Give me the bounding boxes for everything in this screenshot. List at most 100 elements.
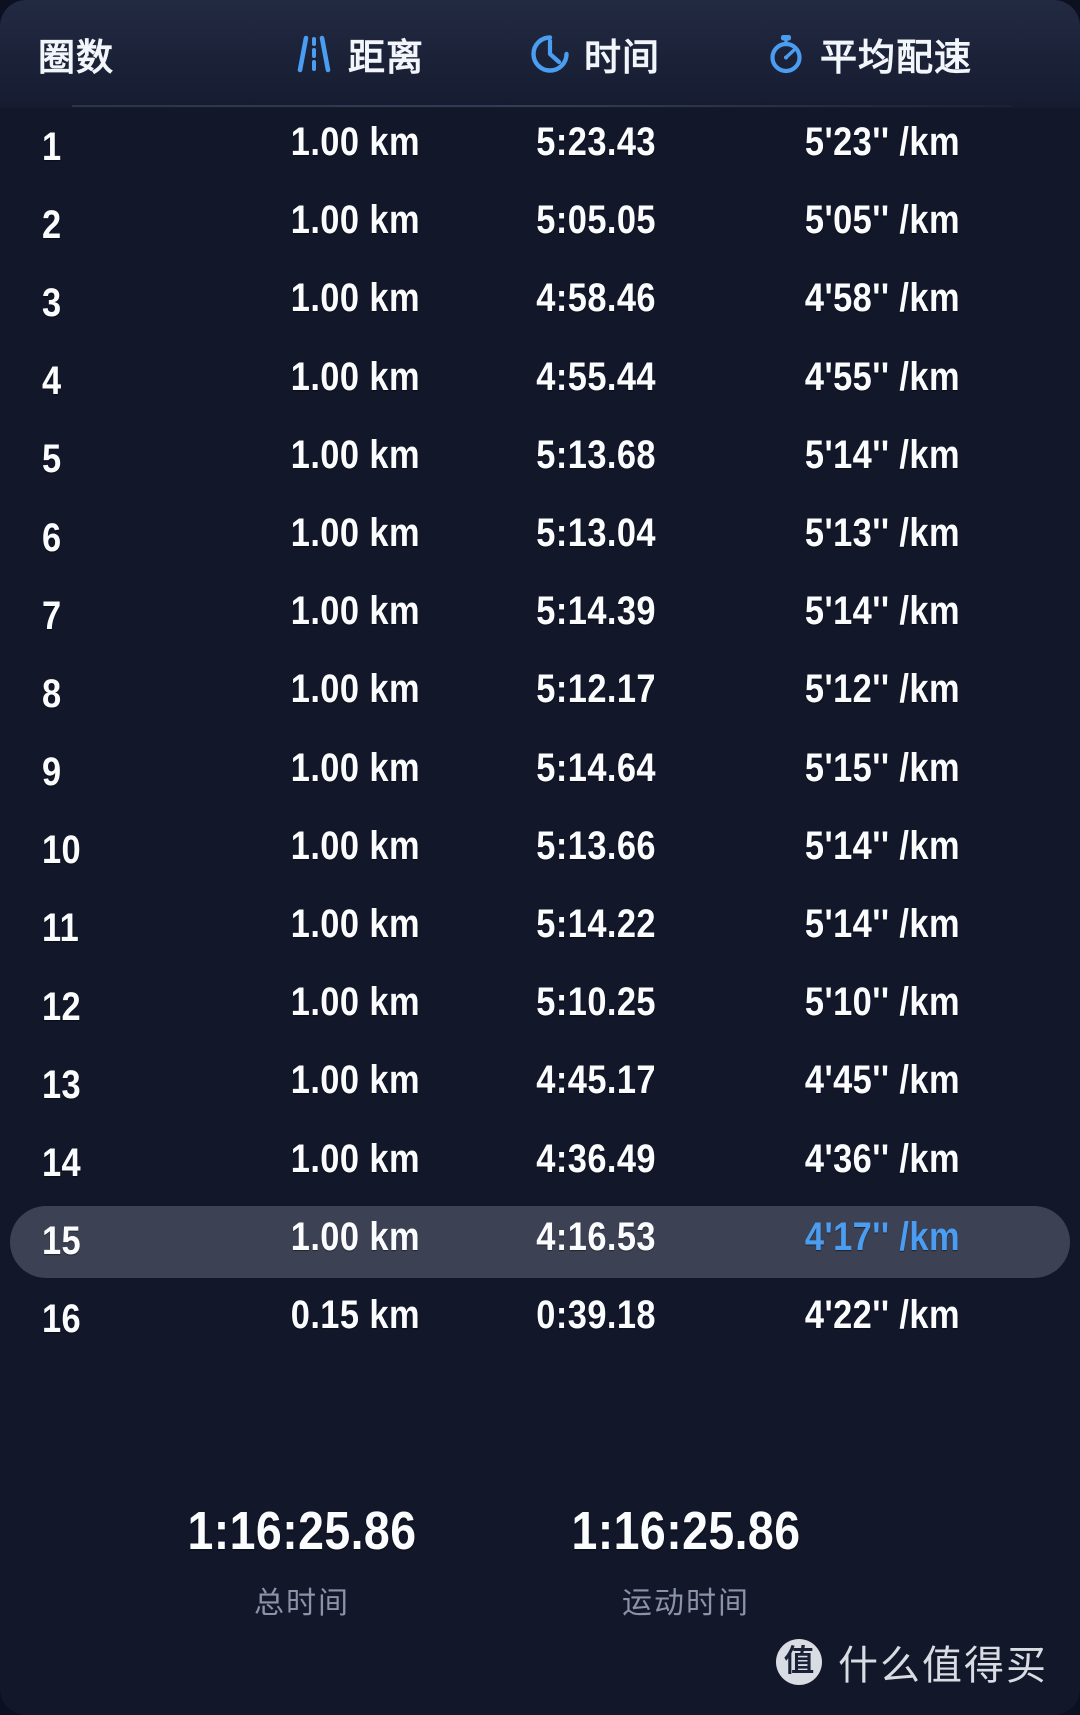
cell-distance-value: 1.00 km (290, 511, 420, 556)
cell-distance-value: 1.00 km (290, 432, 420, 477)
cell-lap-number: 1 (42, 124, 62, 169)
table-row[interactable]: 9 1.00 km 5:14.64 5'15'' /km (0, 734, 1080, 812)
stopwatch-icon (764, 32, 808, 76)
active-time-stat: 1:16:25.86 运动时间 (486, 1500, 886, 1622)
cell-time-value: 5:23.43 (536, 120, 656, 165)
cell-lap-number: 13 (42, 1062, 82, 1107)
cell-avg-pace-value: 5'14'' /km (804, 901, 960, 946)
lap-splits-screen: 圈数 距离 时间 平均配速 1 1.00 km 5:23.43 5'23'' /… (0, 0, 1080, 1715)
table-row[interactable]: 10 1.00 km 5:13.66 5'14'' /km (0, 812, 1080, 890)
column-header-lap-label: 圈数 (38, 37, 114, 78)
total-time-label: 总时间 (254, 1587, 350, 1620)
table-row[interactable]: 15 1.00 km 4:16.53 4'17'' /km (0, 1203, 1080, 1281)
cell-time-value: 5:14.39 (536, 589, 656, 634)
cell-distance-value: 1.00 km (290, 1058, 420, 1103)
table-row[interactable]: 4 1.00 km 4:55.44 4'55'' /km (0, 343, 1080, 421)
cell-lap-number: 6 (42, 515, 62, 560)
cell-avg-pace-value: 4'22'' /km (804, 1292, 960, 1337)
cell-lap-number: 3 (42, 280, 62, 325)
table-row[interactable]: 13 1.00 km 4:45.17 4'45'' /km (0, 1046, 1080, 1124)
column-header-time-label: 时间 (584, 37, 660, 78)
cell-distance-value: 0.15 km (290, 1292, 420, 1337)
cell-time-value: 5:13.04 (536, 511, 656, 556)
cell-avg-pace-value: 5'10'' /km (804, 980, 960, 1025)
table-row[interactable]: 12 1.00 km 5:10.25 5'10'' /km (0, 968, 1080, 1046)
cell-lap-number: 10 (42, 828, 82, 873)
cell-time-value: 4:55.44 (536, 354, 656, 399)
cell-time-value: 5:14.22 (536, 901, 656, 946)
cell-avg-pace-value: 5'14'' /km (804, 823, 960, 868)
column-header-distance-label: 距离 (348, 37, 424, 78)
header-divider (72, 105, 1012, 107)
cell-distance-value: 1.00 km (290, 1214, 420, 1259)
table-header: 圈数 距离 时间 平均配速 (0, 0, 1080, 108)
total-time-stat: 1:16:25.86 总时间 (102, 1500, 502, 1622)
cell-time-value: 4:36.49 (536, 1136, 656, 1181)
cell-avg-pace-value: 4'36'' /km (804, 1136, 960, 1181)
table-row[interactable]: 14 1.00 km 4:36.49 4'36'' /km (0, 1124, 1080, 1202)
table-row[interactable]: 6 1.00 km 5:13.04 5'13'' /km (0, 499, 1080, 577)
clock-icon (528, 32, 572, 76)
road-lane-icon (292, 32, 336, 76)
total-time-value: 1:16:25.86 (187, 1501, 417, 1561)
cell-avg-pace-value: 5'14'' /km (804, 432, 960, 477)
cell-distance-value: 1.00 km (290, 276, 420, 321)
cell-lap-number: 2 (42, 202, 62, 247)
cell-time-value: 4:45.17 (536, 1058, 656, 1103)
cell-time-value: 5:14.64 (536, 745, 656, 790)
cell-time-value: 5:13.66 (536, 823, 656, 868)
cell-avg-pace-value: 5'13'' /km (804, 511, 960, 556)
cell-distance-value: 1.00 km (290, 120, 420, 165)
cell-lap-number: 15 (42, 1219, 82, 1264)
cell-distance-value: 1.00 km (290, 589, 420, 634)
cell-time-value: 5:10.25 (536, 980, 656, 1025)
column-header-time: 时间 (528, 0, 660, 108)
table-row[interactable]: 8 1.00 km 5:12.17 5'12'' /km (0, 655, 1080, 733)
cell-time-value: 5:13.68 (536, 432, 656, 477)
cell-avg-pace-value: 5'23'' /km (804, 120, 960, 165)
table-row[interactable]: 16 0.15 km 0:39.18 4'22'' /km (0, 1281, 1080, 1359)
cell-distance-value: 1.00 km (290, 745, 420, 790)
cell-avg-pace-value: 5'12'' /km (804, 667, 960, 712)
cell-avg-pace-value: 4'45'' /km (804, 1058, 960, 1103)
cell-avg-pace-value: 5'15'' /km (804, 745, 960, 790)
watermark: 值 什么值得买 (776, 1633, 1048, 1691)
cell-time-value: 4:16.53 (536, 1214, 656, 1259)
cell-lap-number: 14 (42, 1141, 82, 1186)
cell-time-value: 5:12.17 (536, 667, 656, 712)
cell-distance-value: 1.00 km (290, 354, 420, 399)
cell-lap-number: 8 (42, 671, 62, 716)
cell-lap-number: 16 (42, 1297, 82, 1342)
cell-distance-value: 1.00 km (290, 667, 420, 712)
cell-lap-number: 4 (42, 359, 62, 404)
table-row[interactable]: 1 1.00 km 5:23.43 5'23'' /km (0, 108, 1080, 186)
cell-avg-pace-value: 4'58'' /km (804, 276, 960, 321)
column-header-distance: 距离 (292, 0, 424, 108)
cell-lap-number: 5 (42, 437, 62, 482)
cell-distance-value: 1.00 km (290, 198, 420, 243)
cell-distance-value: 1.00 km (290, 980, 420, 1025)
cell-distance-value: 1.00 km (290, 823, 420, 868)
cell-avg-pace-value: 4'17'' /km (804, 1214, 960, 1259)
cell-lap-number: 7 (42, 593, 62, 638)
column-header-avg-pace-label: 平均配速 (820, 37, 972, 78)
table-row[interactable]: 3 1.00 km 4:58.46 4'58'' /km (0, 264, 1080, 342)
cell-lap-number: 11 (42, 906, 80, 951)
cell-time-value: 0:39.18 (536, 1292, 656, 1337)
active-time-label: 运动时间 (622, 1587, 750, 1620)
lap-rows-list: 1 1.00 km 5:23.43 5'23'' /km 2 1.00 km 5:05.05… (0, 108, 1080, 1359)
column-header-lap: 圈数 (38, 0, 114, 108)
smzdm-logo-icon: 值 (776, 1639, 822, 1685)
cell-distance-value: 1.00 km (290, 901, 420, 946)
table-row[interactable]: 2 1.00 km 5:05.05 5'05'' /km (0, 186, 1080, 264)
cell-avg-pace-value: 4'55'' /km (804, 354, 960, 399)
cell-distance-value: 1.00 km (290, 1136, 420, 1181)
watermark-text: 什么值得买 (838, 1644, 1048, 1688)
table-row[interactable]: 7 1.00 km 5:14.39 5'14'' /km (0, 577, 1080, 655)
table-row[interactable]: 11 1.00 km 5:14.22 5'14'' /km (0, 890, 1080, 968)
table-row[interactable]: 5 1.00 km 5:13.68 5'14'' /km (0, 421, 1080, 499)
cell-avg-pace-value: 5'05'' /km (804, 198, 960, 243)
cell-time-value: 5:05.05 (536, 198, 656, 243)
column-header-avg-pace: 平均配速 (764, 0, 972, 108)
cell-avg-pace-value: 5'14'' /km (804, 589, 960, 634)
